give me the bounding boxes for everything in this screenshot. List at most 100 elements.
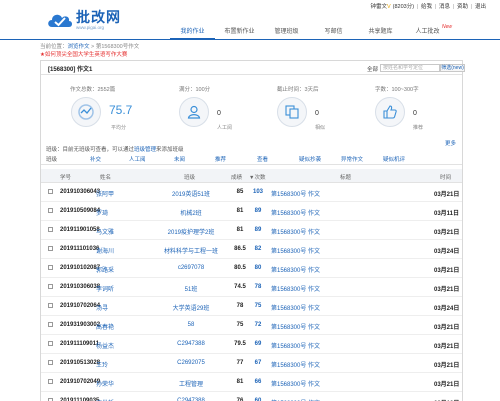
link-gift[interactable]: 给我 (421, 4, 432, 10)
nav-new-assignment[interactable]: 布置新作业 (217, 24, 262, 40)
tab-unread[interactable]: 未阅 (174, 155, 185, 163)
student-search-input[interactable]: 按姓名和学号定位 (380, 64, 440, 72)
nav-my-assignments[interactable]: 我的作业 (170, 24, 215, 40)
table-row[interactable]: 201910306043 张阿甲 2019英语51班 85 103 第1568300号 作… (41, 183, 462, 202)
row-checkbox[interactable] (48, 227, 53, 232)
cell-name[interactable]: 罗琦 (96, 208, 108, 217)
cell-class[interactable]: C2947388 (177, 341, 205, 347)
tab-manual[interactable]: 人工阅 (129, 155, 146, 163)
cell-class[interactable]: 材料科学与工程一班 (164, 246, 218, 255)
col-count[interactable]: ▼次数 (249, 173, 265, 181)
col-time[interactable]: 时间 (440, 173, 451, 181)
table-row[interactable]: 201910702064 汤寻 大学英语29班 78 75 第1568300号 作文 03月… (41, 297, 462, 316)
table-row[interactable]: 201911901058 马文雅 2019疫护理学2班 81 89 第1568300号 作… (41, 221, 462, 240)
cell-title[interactable]: 第1568300号 作文 (271, 379, 320, 388)
tab-abnormal[interactable]: 异常作文 (341, 155, 363, 163)
cell-class[interactable]: 大学英语29班 (173, 303, 210, 312)
cell-count[interactable]: 72 (255, 322, 262, 328)
table-row[interactable]: 201910702049 孙荣华 工程管理 81 66 第1568300号 作文 03月21… (41, 373, 462, 392)
link-logout[interactable]: 退出 (475, 4, 486, 10)
cell-class[interactable]: 2019疫护理学2班 (168, 227, 215, 236)
cell-name[interactable]: 郭路采 (96, 265, 114, 274)
cell-count[interactable]: 69 (255, 341, 262, 347)
cell-class[interactable]: 工程管理 (179, 379, 203, 388)
row-checkbox[interactable] (48, 265, 53, 270)
row-checkbox[interactable] (48, 246, 53, 251)
cell-title[interactable]: 第1568300号 作文 (271, 341, 320, 350)
cell-name[interactable]: 谢海川 (96, 246, 114, 255)
tab-machine-suspect[interactable]: 疑似机评 (383, 155, 405, 163)
cell-name[interactable]: 高春艳 (96, 322, 114, 331)
cell-title[interactable]: 第1568300号 作文 (271, 284, 320, 293)
cell-name[interactable]: 汤寻 (96, 303, 108, 312)
link-messages[interactable]: 消息 (439, 4, 450, 10)
cell-title[interactable]: 第1568300号 作文 (271, 189, 320, 198)
cell-class[interactable]: 2019英语51班 (172, 189, 210, 198)
row-checkbox[interactable] (48, 360, 53, 365)
cell-class[interactable]: 51班 (185, 284, 198, 293)
cell-name[interactable]: 杨益杰 (96, 341, 114, 350)
tab-class[interactable]: 班级 (46, 155, 57, 163)
cell-count[interactable]: 75 (255, 303, 262, 309)
cell-class[interactable]: C2692075 (177, 360, 205, 366)
cell-count[interactable]: 103 (253, 189, 263, 195)
cell-class[interactable]: c2697078 (178, 265, 204, 271)
cell-count[interactable]: 67 (255, 360, 262, 366)
table-row[interactable]: 201910306038 李词听 51班 74.5 78 第1568300号 作文 03月2… (41, 278, 462, 297)
table-row[interactable]: 201931903002 高春艳 58 75 72 第1568300号 作文 03月21日 (41, 316, 462, 335)
cell-name[interactable]: 马文雅 (96, 227, 114, 236)
cell-name[interactable]: 张阿甲 (96, 189, 114, 198)
filter-button[interactable]: 筛选(new) (440, 64, 465, 72)
row-checkbox[interactable] (48, 379, 53, 384)
table-row[interactable]: 201911101036 谢海川 材料科学与工程一班 86.5 82 第1568300号 … (41, 240, 462, 259)
col-name[interactable]: 姓名 (100, 173, 111, 181)
col-score[interactable]: 成绩 (231, 173, 242, 181)
user-name[interactable]: 钟雷文 (370, 4, 387, 10)
table-row[interactable]: 201910509084 罗琦 机械2班 81 89 第1568300号 作文 03月11日 (41, 202, 462, 221)
table-row[interactable]: 201911109035康世哲C29473887660第1568300号 作文0… (41, 392, 462, 401)
table-row[interactable]: 201911109011 杨益杰 C2947388 79.5 69 第1568300号 作… (41, 335, 462, 354)
col-title[interactable]: 标题 (340, 173, 351, 181)
row-checkbox[interactable] (48, 208, 53, 213)
cell-score: 77 (236, 360, 244, 366)
brand-logo[interactable]: 批改网 www.pigai.org (46, 7, 121, 33)
table-row[interactable]: 201910513028 王玲 C2692075 77 67 第1568300号 作文 03… (41, 354, 462, 373)
row-checkbox[interactable] (48, 189, 53, 194)
cell-count[interactable]: 66 (255, 379, 262, 385)
cell-name[interactable]: 王玲 (96, 360, 108, 369)
cell-count[interactable]: 89 (255, 227, 262, 233)
cell-count[interactable]: 82 (255, 246, 262, 252)
row-checkbox[interactable] (48, 284, 53, 289)
cell-title[interactable]: 第1568300号 作文 (271, 265, 320, 274)
link-donate[interactable]: 资助 (457, 4, 468, 10)
cell-count[interactable]: 80 (255, 265, 262, 271)
tab-late[interactable]: 补交 (90, 155, 101, 163)
nav-shared-bank[interactable]: 共享题库 (358, 24, 403, 40)
col-student-id[interactable]: 学号 (60, 173, 71, 181)
nav-manage-classes[interactable]: 管理班级 (264, 24, 309, 40)
nav-manual-grading[interactable]: 人工批改 New (405, 24, 452, 40)
cell-count[interactable]: 89 (255, 208, 262, 214)
cell-class[interactable]: 机械2班 (180, 208, 201, 217)
cell-title[interactable]: 第1568300号 作文 (271, 227, 320, 236)
cell-name[interactable]: 孙荣华 (96, 379, 114, 388)
contest-notice[interactable]: ★如何顶尖全国大学生英语写作大赛 (40, 50, 127, 58)
col-class[interactable]: 班级 (184, 173, 195, 181)
tab-view[interactable]: 查看 (257, 155, 268, 163)
tab-plagiarism[interactable]: 疑似抄袭 (299, 155, 321, 163)
cell-title[interactable]: 第1568300号 作文 (271, 246, 320, 255)
row-checkbox[interactable] (48, 303, 53, 308)
table-row[interactable]: 201910102087 郭路采 c2697078 80.5 80 第1568300号 作… (41, 259, 462, 278)
row-checkbox[interactable] (48, 341, 53, 346)
more-link[interactable]: 更多 (445, 139, 456, 147)
row-checkbox[interactable] (48, 322, 53, 327)
cell-title[interactable]: 第1568300号 作文 (271, 360, 320, 369)
cell-title[interactable]: 第1568300号 作文 (271, 208, 320, 217)
cell-class[interactable]: 58 (188, 322, 195, 328)
cell-title[interactable]: 第1568300号 作文 (271, 322, 320, 331)
cell-title[interactable]: 第1568300号 作文 (271, 303, 320, 312)
cell-count[interactable]: 78 (255, 284, 262, 290)
cell-name[interactable]: 李词听 (96, 284, 114, 293)
nav-write-mail[interactable]: 写邮信 (311, 24, 356, 40)
tab-recommend[interactable]: 推荐 (215, 155, 226, 163)
